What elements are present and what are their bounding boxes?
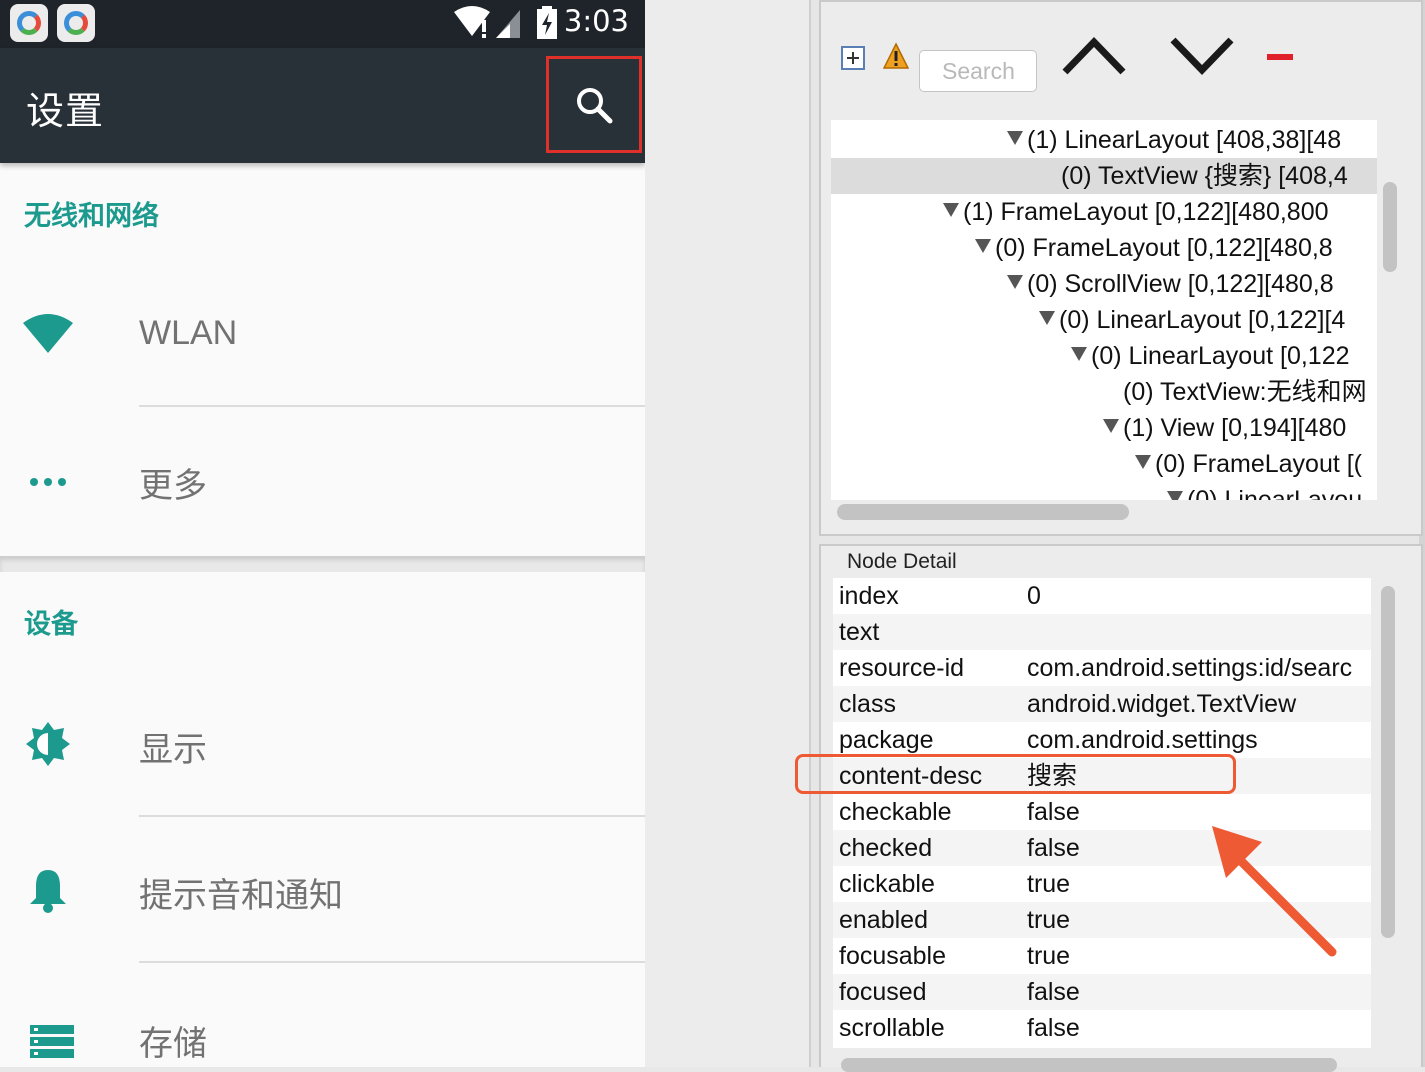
battery-charging-icon bbox=[537, 6, 557, 39]
minus-icon[interactable] bbox=[1267, 54, 1293, 60]
tree-node[interactable]: (0) FrameLayout [( bbox=[831, 446, 1377, 482]
chevron-down-icon[interactable] bbox=[1169, 34, 1235, 78]
table-row[interactable]: text bbox=[833, 614, 1371, 650]
expand-triangle-icon[interactable] bbox=[1103, 419, 1119, 434]
expand-triangle-icon[interactable] bbox=[1167, 491, 1183, 500]
hierarchy-tree[interactable]: (1) LinearLayout [408,38][48 (0) TextVie… bbox=[831, 120, 1377, 500]
expand-triangle-icon[interactable] bbox=[1039, 311, 1055, 326]
clock: 3:03 bbox=[563, 4, 629, 38]
tree-node[interactable]: (0) LinearLayout [0,122 bbox=[831, 338, 1377, 374]
search-input[interactable]: Search bbox=[919, 50, 1037, 92]
app-icon bbox=[10, 4, 48, 42]
tree-node[interactable]: (1) LinearLayout [408,38][48 bbox=[831, 122, 1377, 158]
divider bbox=[139, 961, 645, 963]
setting-label: 提示音和通知 bbox=[139, 876, 343, 916]
tree-node[interactable]: (0) LinearLayou bbox=[831, 482, 1377, 500]
setting-label: WLAN bbox=[139, 314, 238, 352]
expand-triangle-icon[interactable] bbox=[975, 239, 991, 254]
wifi-icon bbox=[22, 308, 74, 360]
app-icon bbox=[57, 4, 95, 42]
section-header-wireless: 无线和网络 bbox=[24, 201, 159, 232]
tree-vertical-scrollbar[interactable] bbox=[1383, 182, 1397, 272]
search-button[interactable] bbox=[546, 56, 642, 153]
setting-label: 显示 bbox=[139, 730, 207, 770]
setting-label: 更多 bbox=[139, 466, 207, 506]
hierarchy-panel: Search (1) LinearLayout [408,38][48 (0) … bbox=[819, 0, 1423, 536]
hierarchy-toolbar: Search bbox=[821, 2, 1421, 117]
search-icon bbox=[577, 87, 613, 123]
tree-node[interactable]: (1) FrameLayout [0,122][480,800 bbox=[831, 194, 1377, 230]
page-title: 设置 bbox=[26, 89, 105, 133]
setting-item-sound-notification[interactable]: 提示音和通知 bbox=[0, 820, 645, 960]
setting-item-wlan[interactable]: WLAN bbox=[0, 264, 645, 404]
tree-node[interactable]: (0) LinearLayout [0,122][4 bbox=[831, 302, 1377, 338]
table-row[interactable]: scrollable false bbox=[833, 1010, 1371, 1046]
signal-icon bbox=[496, 10, 520, 38]
more-dots-icon bbox=[22, 456, 74, 508]
table-row[interactable]: focused false bbox=[833, 974, 1371, 1010]
content-desc-highlight bbox=[795, 754, 1236, 794]
divider bbox=[139, 815, 645, 817]
tree-node[interactable]: (0) TextView:无线和网 bbox=[831, 374, 1377, 410]
setting-item-storage[interactable]: 存储 bbox=[0, 968, 645, 1067]
detail-horizontal-scrollbar[interactable] bbox=[841, 1058, 1337, 1072]
table-row[interactable]: resource-id com.android.settings:id/searc bbox=[833, 650, 1371, 686]
wifi-icon bbox=[454, 6, 490, 38]
section-header-device: 设备 bbox=[24, 609, 78, 640]
expand-all-icon[interactable] bbox=[841, 46, 865, 70]
node-detail-table: index 0 text resource-id com.android.setti… bbox=[833, 578, 1371, 1048]
status-bar: 3:03 bbox=[0, 0, 645, 48]
tree-node[interactable]: (0) ScrollView [0,122][480,8 bbox=[831, 266, 1377, 302]
divider bbox=[139, 405, 645, 407]
tree-horizontal-scrollbar[interactable] bbox=[837, 504, 1129, 520]
section-divider bbox=[0, 556, 645, 572]
table-row[interactable]: index 0 bbox=[833, 578, 1371, 614]
table-row[interactable]: class android.widget.TextView bbox=[833, 686, 1371, 722]
expand-triangle-icon[interactable] bbox=[1135, 455, 1151, 470]
tree-node[interactable]: (1) View [0,194][480 bbox=[831, 410, 1377, 446]
expand-triangle-icon[interactable] bbox=[1071, 347, 1087, 362]
panel-title: Node Detail bbox=[847, 550, 957, 573]
bell-icon bbox=[22, 864, 74, 916]
setting-item-more[interactable]: 更多 bbox=[0, 410, 645, 550]
table-row[interactable]: package com.android.settings bbox=[833, 722, 1371, 758]
setting-item-display[interactable]: 显示 bbox=[0, 674, 645, 814]
screenshot-pane-edge bbox=[645, 0, 811, 1067]
android-settings-screen: 3:03 设置 无线和网络 WLAN 更多 设备 显示 提示音和通知 存储 bbox=[0, 0, 645, 1067]
expand-triangle-icon[interactable] bbox=[943, 203, 959, 218]
expand-triangle-icon[interactable] bbox=[1007, 131, 1023, 146]
chevron-up-icon[interactable] bbox=[1061, 34, 1127, 78]
brightness-icon bbox=[22, 718, 74, 770]
expand-triangle-icon[interactable] bbox=[1007, 275, 1023, 290]
arrow-annotation-icon bbox=[1212, 826, 1337, 957]
storage-icon bbox=[26, 1016, 78, 1067]
tree-node[interactable]: (0) FrameLayout [0,122][480,8 bbox=[831, 230, 1377, 266]
detail-vertical-scrollbar[interactable] bbox=[1381, 586, 1395, 938]
setting-label: 存储 bbox=[139, 1024, 207, 1064]
warning-icon[interactable] bbox=[883, 42, 909, 70]
tree-node-selected[interactable]: (0) TextView {搜索} [408,4 bbox=[831, 158, 1377, 194]
node-detail-panel: Node Detail index 0 text resource-id com.a… bbox=[819, 544, 1423, 1072]
